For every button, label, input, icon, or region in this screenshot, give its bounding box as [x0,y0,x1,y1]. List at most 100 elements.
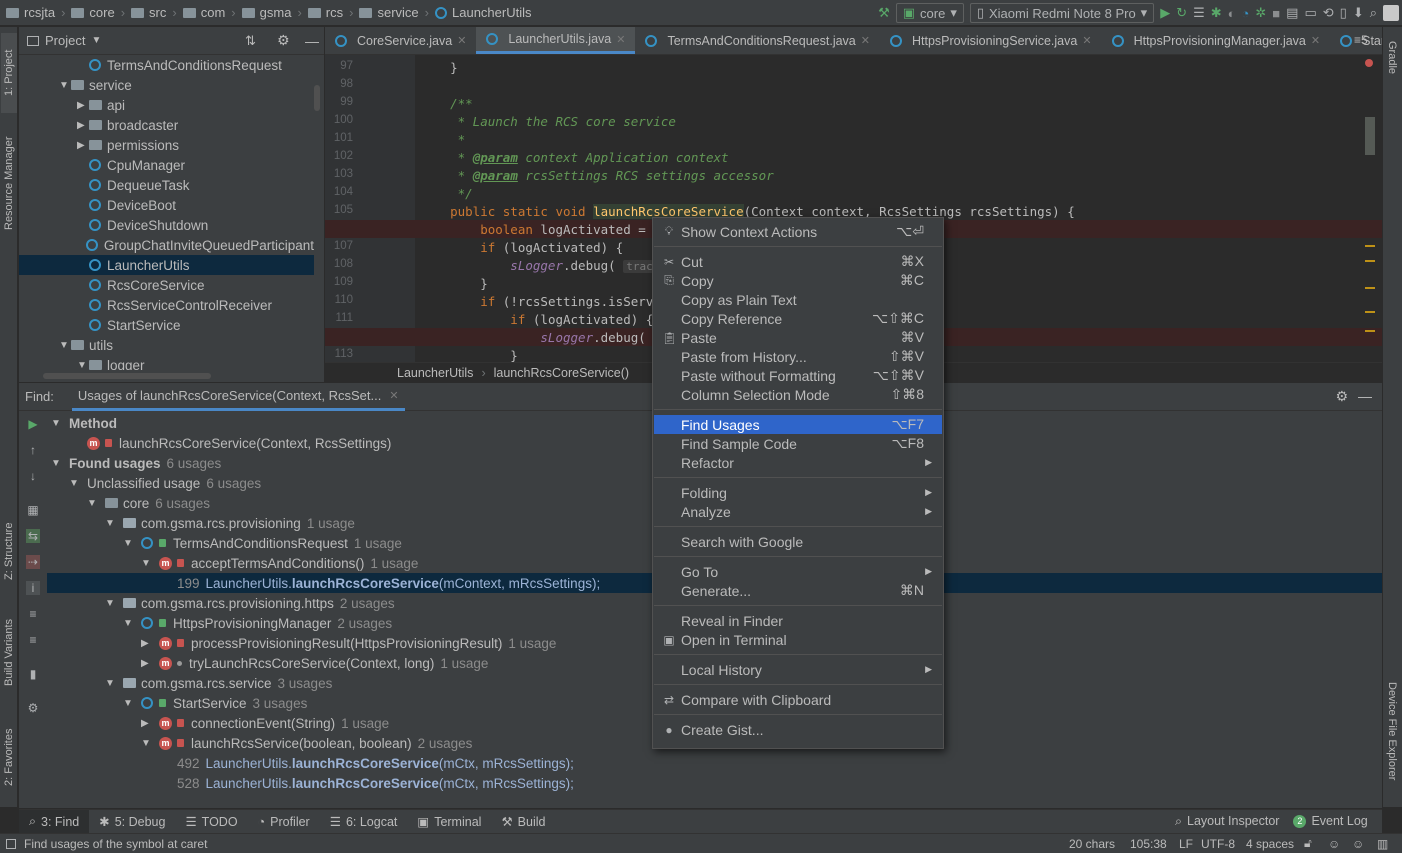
hide-panel-icon[interactable]: — [1358,388,1372,404]
chevron-down-icon[interactable]: ▼ [91,35,101,46]
tree-node[interactable]: DequeueTask [19,175,314,195]
apply-changes-icon[interactable]: ↻ [1176,3,1187,23]
chevron-down-icon[interactable]: ▼ [105,518,123,529]
info-icon[interactable]: i [26,581,40,595]
warning-stripe[interactable] [1365,330,1375,332]
line-separator[interactable]: LF [1179,837,1193,851]
close-icon[interactable]: ✕ [861,34,870,47]
resource-manager-tool-button[interactable]: Resource Manager [1,123,17,243]
chevron-down-icon[interactable]: ▼ [59,340,71,351]
rerun-icon[interactable]: ▶ [26,417,40,431]
chevron-down-icon[interactable]: ▼ [105,598,123,609]
warning-stripe[interactable] [1365,311,1375,313]
chevron-down-icon[interactable]: ▼ [51,418,69,429]
tree-node[interactable]: ▼ service [19,75,314,95]
menu-item-show-context-actions[interactable]: 💡︎ Show Context Actions ⌥⏎ [654,222,942,241]
hector-face-icon[interactable]: ☺ [1352,837,1364,851]
project-structure-icon[interactable]: ▤ [1286,3,1298,23]
tree-node[interactable]: ▶ permissions [19,135,314,155]
breadcrumb-item[interactable]: rcsjta › [0,5,65,20]
chevron-down-icon[interactable]: ▼ [123,618,141,629]
breadcrumb-item[interactable]: src › [125,5,177,20]
avatar[interactable] [1383,3,1399,23]
navigate-icon[interactable]: ⇢ [26,555,40,569]
menu-item-refactor[interactable]: Refactor ▶ [654,453,942,472]
tree-node[interactable]: StartService [19,315,314,335]
coverage-icon[interactable]: ◐ [1228,3,1236,23]
breadcrumb-item[interactable]: core › [65,5,125,20]
menu-item-create-gist[interactable]: ● Create Gist... [654,720,942,739]
run-config-combo[interactable]: ▣ core ▾ [895,3,964,23]
tree-node[interactable]: DeviceShutdown [19,215,314,235]
tree-node[interactable]: CpuManager [19,155,314,175]
tool-tab-5-debug[interactable]: ✱ 5: Debug [89,810,175,834]
chevron-down-icon[interactable]: ▼ [141,558,159,569]
menu-item-copy[interactable]: ⎘ Copy ⌘C [654,271,942,290]
breadcrumb-class[interactable]: LauncherUtils [397,366,473,380]
breadcrumb-item[interactable]: com › [177,5,236,20]
menu-item-reveal-in-finder[interactable]: Reveal in Finder [654,611,942,630]
menu-item-local-history[interactable]: Local History ▶ [654,660,942,679]
code-line[interactable] [325,76,1382,94]
code-line[interactable]: * Launch the RCS core service [325,112,1382,130]
tree-node[interactable]: GroupChatInviteQueuedParticipant [19,235,314,255]
inspection-face-icon[interactable]: ☺ [1328,837,1340,851]
project-scrollbar[interactable] [314,85,320,111]
chevron-right-icon[interactable]: ▶ [141,638,159,649]
close-icon[interactable]: ✕ [457,34,466,47]
structure-tool-button[interactable]: Z: Structure [1,511,17,591]
chevron-down-icon[interactable]: ▼ [123,538,141,549]
menu-item-copy-reference[interactable]: Copy Reference ⌥⇧⌘C [654,309,942,328]
profile-icon[interactable]: ◔ [1242,3,1250,23]
attach-debugger-icon[interactable]: ✲ [1255,3,1266,23]
avd-manager-icon[interactable]: ▭ [1304,3,1316,23]
breadcrumb-item[interactable]: gsma › [236,5,302,20]
menu-item-paste-from-history[interactable]: Paste from History... ⇧⌘V [654,347,942,366]
tool-tab-3-find[interactable]: ⌕ 3: Find [19,809,90,834]
close-icon[interactable]: ✕ [389,389,398,402]
menu-item-analyze[interactable]: Analyze ▶ [654,502,942,521]
tree-node[interactable]: RcsServiceControlReceiver [19,295,314,315]
menu-item-open-in-terminal[interactable]: ▣ Open in Terminal [654,630,942,649]
menu-item-paste[interactable]: 📋︎ Paste ⌘V [654,328,942,347]
gear-icon[interactable]: ⚙ [277,32,290,49]
breadcrumb-item[interactable]: rcs › [302,5,353,20]
menu-item-column-selection-mode[interactable]: Column Selection Mode ⇧⌘8 [654,385,942,404]
breadcrumb-item[interactable]: service › [353,5,429,20]
tree-node[interactable]: RcsCoreService [19,275,314,295]
chevron-down-icon[interactable]: ▼ [87,498,105,509]
device-combo[interactable]: ▯ Xiaomi Redmi Note 8 Pro ▾ [969,3,1155,23]
chevron-right-icon[interactable]: ▶ [77,100,89,111]
close-icon[interactable]: ✕ [616,33,625,46]
chevron-down-icon[interactable]: ▼ [69,478,87,489]
group-by-icon[interactable]: ▦ [26,503,40,517]
tree-node[interactable]: ▼ utils [19,335,314,355]
menu-item-compare-with-clipboard[interactable]: ⇄ Compare with Clipboard [654,690,942,709]
gear-icon[interactable]: ⚙ [1335,388,1348,405]
tree-node[interactable]: LauncherUtils [19,255,314,275]
menu-item-copy-as-plain-text[interactable]: Copy as Plain Text [654,290,942,309]
collapse-all-icon[interactable]: ≡ [26,633,40,647]
sdk-manager-icon[interactable]: ⬇ [1353,3,1364,23]
menu-item-generate[interactable]: Generate... ⌘N [654,581,942,600]
menu-item-paste-without-formatting[interactable]: Paste without Formatting ⌥⇧⌘V [654,366,942,385]
run-icon[interactable]: ▶ [1160,3,1170,23]
favorites-tool-button[interactable]: 2: Favorites [1,717,17,797]
code-line[interactable]: * [325,130,1382,148]
tool-tab-profiler[interactable]: ◔ Profiler [248,810,320,834]
menu-item-search-with-google[interactable]: Search with Google [654,532,942,551]
tool-tab-todo[interactable]: ☰ TODO [175,810,247,834]
build-variants-tool-button[interactable]: Build Variants [1,607,17,697]
chevron-right-icon[interactable]: ▶ [77,120,89,131]
event-log-button[interactable]: 2 Event Log [1293,814,1368,828]
collapse-all-icon[interactable]: ⇅ [245,33,256,49]
warning-stripe[interactable] [1365,245,1375,247]
tab-launcherutils-java[interactable]: LauncherUtils.java ✕ [476,27,636,54]
project-horizontal-scrollbar[interactable] [43,373,211,379]
close-icon[interactable]: ✕ [1082,34,1091,47]
find-usages-tab[interactable]: Usages of launchRcsCoreService(Context, … [71,383,405,411]
tool-tab-terminal[interactable]: ▣ Terminal [407,810,491,834]
preview-icon[interactable]: ▮ [26,667,40,681]
chevron-down-icon[interactable]: ▼ [51,458,69,469]
sync-gradle-icon[interactable]: ⟲ [1323,3,1334,23]
